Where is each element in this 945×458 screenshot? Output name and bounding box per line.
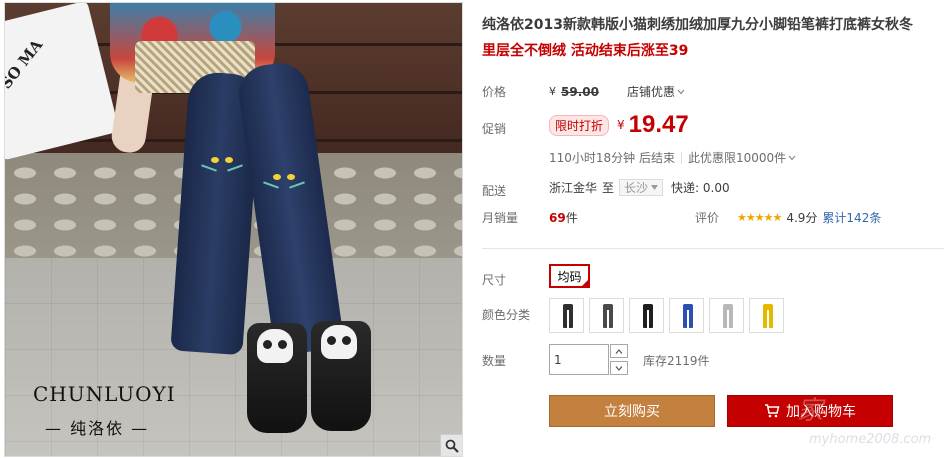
shipping-to-word: 至 [602,181,615,195]
quantity-input[interactable]: 1 [549,344,609,375]
rating-row: 评价 ★★★★★ 4.9分 累计142条 [695,209,881,226]
cart-icon [765,404,780,418]
color-swatch[interactable] [669,298,704,333]
caret-down-icon [615,365,623,371]
promo-info-row: 110小时18分钟 后结束 此优惠限10000件 [549,149,796,166]
shipping-from: 浙江金华 [549,181,598,195]
size-option-label: 均码 [557,269,582,284]
promo-price: 19.47 [628,111,689,138]
pants-thumbnail [603,304,613,328]
original-price: 59.00 [561,84,599,99]
color-label: 颜色分类 [482,308,531,322]
review-count-link[interactable]: 累计142条 [822,209,881,226]
promo-tag: 限时打折 [549,114,610,136]
size-label: 尺寸 [482,273,507,287]
product-subtitle: 里层全不倒绒 活动结束后涨至39 [482,43,689,59]
monthly-sales-unit: 件 [565,211,578,225]
cat-embroidery-left [201,151,243,179]
pants-thumbnail [763,304,773,328]
pants-thumbnail [723,304,733,328]
color-swatch[interactable] [549,298,584,333]
magnifier-icon [445,439,459,453]
monthly-sales-row: 69 件 [549,209,578,226]
skull-decoration-left [257,329,293,363]
color-swatch[interactable] [749,298,784,333]
cat-embroidery-right [263,168,305,196]
promo-countdown: 110小时18分钟 后结束 [549,151,675,165]
monthly-sales-count: 69 [549,210,566,225]
destination-city-select[interactable]: 长沙 [619,179,664,196]
shipping-fee: 快递: 0.00 [671,181,730,195]
shipping-row: 浙江金华 至 长沙 快递: 0.00 [549,179,730,196]
original-price-row: ¥ 59.00 店铺优惠 [549,83,685,100]
destination-city: 长沙 [624,181,649,195]
shop-promo-dropdown[interactable]: 店铺优惠 [627,83,685,100]
add-to-cart-label: 加入购物车 [786,404,856,420]
buy-now-label: 立刻购买 [604,404,660,420]
pants-thumbnail [683,304,693,328]
brand-logo-cn: — 纯洛依 — [45,419,150,438]
monthly-sales-label: 月销量 [482,211,519,225]
color-swatch[interactable] [589,298,624,333]
zoom-button[interactable] [440,434,462,456]
original-currency: ¥ [549,85,556,98]
promo-limit-dropdown[interactable]: 此优惠限10000件 [688,149,796,166]
shipping-label: 配送 [482,184,507,198]
bag-text: SO MA [4,36,47,93]
price-label: 价格 [482,85,507,99]
color-swatch[interactable] [629,298,664,333]
skull-decoration-right [321,325,357,359]
quantity-increase-button[interactable] [610,344,628,358]
pants-thumbnail [643,304,653,328]
chevron-down-icon [788,155,796,160]
brand-logo-en: CHUNLUOYI [33,382,176,406]
selected-check-icon [580,278,590,288]
caret-down-icon [651,185,659,190]
quantity-label: 数量 [482,354,507,368]
caret-up-icon [615,348,623,354]
buy-now-button[interactable]: 立刻购买 [549,395,715,427]
shop-promo-label: 店铺优惠 [626,85,675,99]
pants-thumbnail [563,304,573,328]
price-box: 价格 ¥ 59.00 店铺优惠 促销 限时打折 ¥ 19.47 110小时18分… [482,72,942,210]
promo-currency: ¥ [617,118,625,132]
product-photo[interactable]: SO MA CHUNLUOYI — 纯洛依 — [4,2,463,457]
quantity-value: 1 [554,352,562,367]
chevron-down-icon [677,89,685,94]
rating-stars: ★★★★★ [737,211,782,224]
add-to-cart-button[interactable]: 加入购物车 [727,395,893,427]
quantity-decrease-button[interactable] [610,361,628,375]
stock-count: 库存2119件 [643,354,710,368]
size-option-one-size[interactable]: 均码 [549,264,590,288]
divider [482,248,944,249]
promo-price-row: 限时打折 ¥ 19.47 [549,111,689,139]
product-info-panel: 纯洛依2013新款韩版小猫刺绣加绒加厚九分小脚铅笔裤打底裤女秋冬 里层全不倒绒 … [482,0,944,458]
color-swatch[interactable] [709,298,744,333]
promo-label: 促销 [482,122,507,136]
product-title: 纯洛依2013新款韩版小猫刺绣加绒加厚九分小脚铅笔裤打底裤女秋冬 [482,17,913,33]
rating-score: 4.9分 [786,211,818,225]
promo-limit: 此优惠限10000件 [688,151,787,165]
rating-label: 评价 [695,211,720,225]
divider [681,151,682,164]
